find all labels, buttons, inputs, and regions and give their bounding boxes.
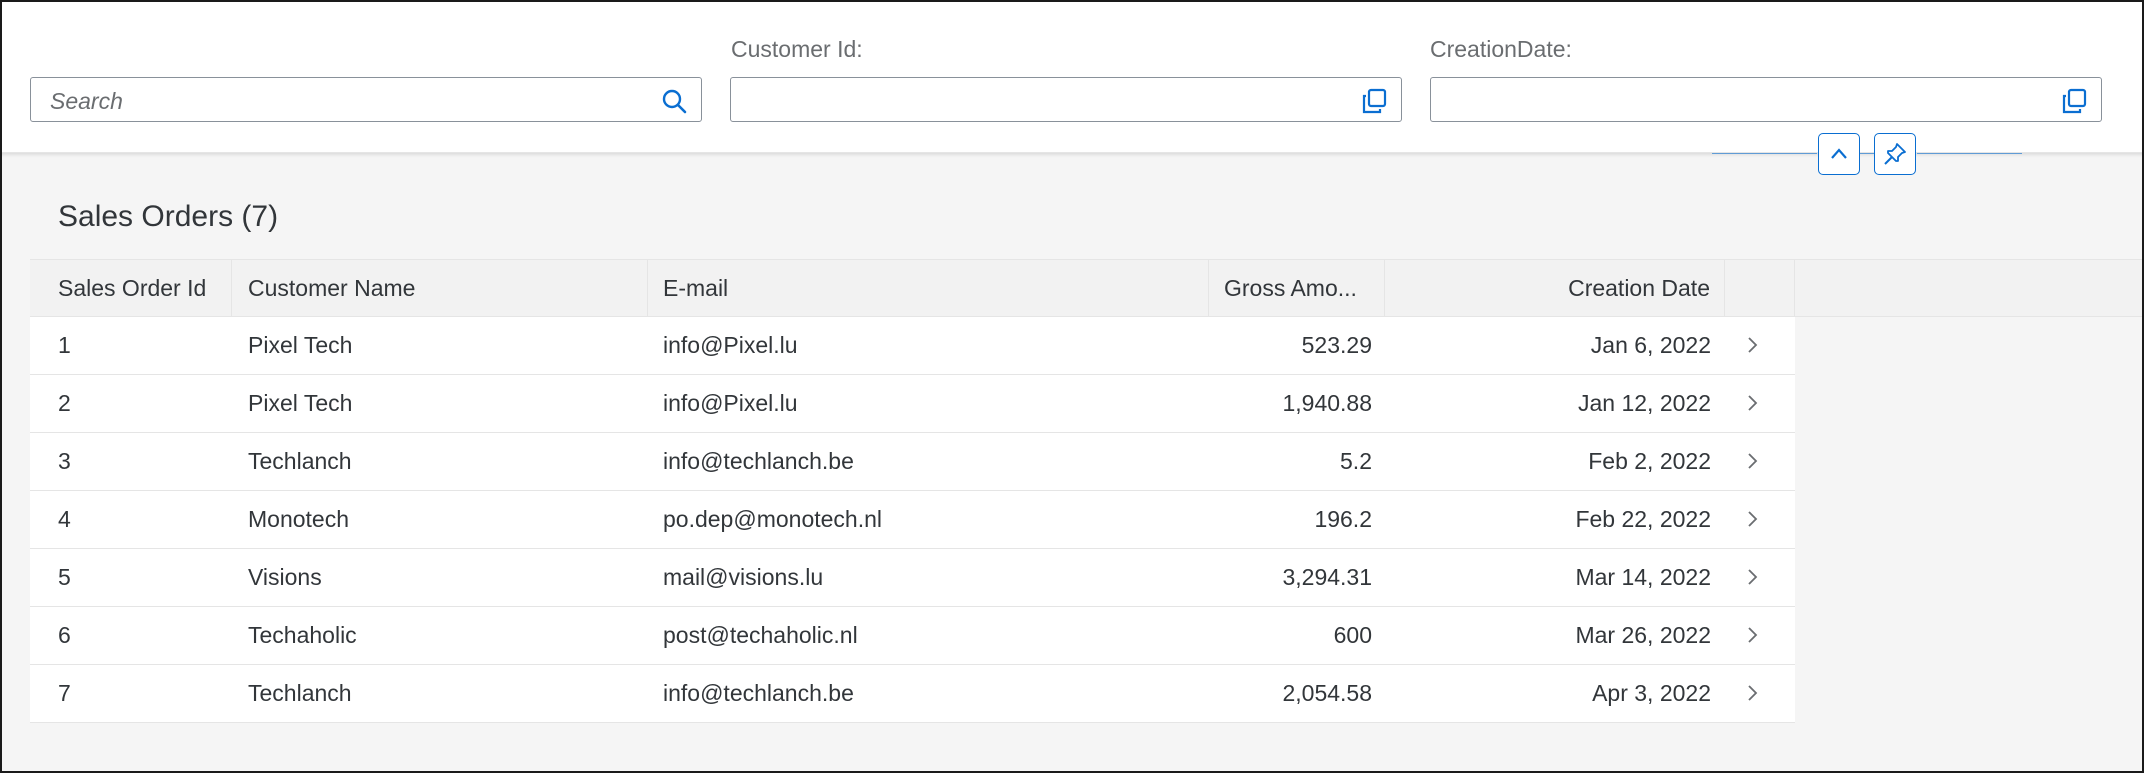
table-row[interactable]: 1 Pixel Tech info@Pixel.lu 523.29 Jan 6, 202… <box>30 317 1795 375</box>
chevron-right-icon[interactable] <box>1742 625 1762 645</box>
cell-gross-amount: 5.2 <box>1340 448 1372 474</box>
cell-gross-amount: 600 <box>1333 622 1372 648</box>
cell-gross-amount: 523.29 <box>1301 332 1372 358</box>
cell-email: info@techlanch.be <box>663 680 854 706</box>
pin-header-button[interactable] <box>1874 133 1916 175</box>
value-help-icon[interactable] <box>1361 88 1387 114</box>
cell-customer-name: Techlanch <box>248 448 352 474</box>
cell-customer-name: Pixel Tech <box>248 332 353 358</box>
chevron-right-icon[interactable] <box>1742 509 1762 529</box>
cell-email: info@Pixel.lu <box>663 332 798 358</box>
cell-sales-order-id: 1 <box>58 332 71 358</box>
cell-creation-date: Jan 12, 2022 <box>1577 390 1711 416</box>
customer-id-label: Customer Id: <box>731 36 863 62</box>
cell-gross-amount: 2,054.58 <box>1282 680 1372 706</box>
cell-sales-order-id: 7 <box>58 680 71 706</box>
table-row[interactable]: 5 Visions mail@visions.lu 3,294.31 Mar 14, 2… <box>30 549 1795 607</box>
header-divider-mid <box>1860 153 1874 154</box>
search-placeholder: Search <box>50 88 123 114</box>
creation-date-field[interactable] <box>1430 77 2102 122</box>
table-row[interactable]: 3 Techlanch info@techlanch.be 5.2 Feb 2, 202… <box>30 433 1795 491</box>
table-row[interactable]: 2 Pixel Tech info@Pixel.lu 1,940.88 Jan 12, … <box>30 375 1795 433</box>
cell-sales-order-id: 2 <box>58 390 71 416</box>
cell-gross-amount: 196.2 <box>1314 506 1372 532</box>
cell-creation-date: Feb 22, 2022 <box>1575 506 1711 532</box>
cell-customer-name: Visions <box>248 564 322 590</box>
collapse-header-button[interactable] <box>1818 133 1860 175</box>
cell-creation-date: Feb 2, 2022 <box>1588 448 1711 474</box>
value-help-icon[interactable] <box>2061 88 2087 114</box>
table-title: Sales Orders (7) <box>58 200 279 233</box>
header-divider-left <box>1712 153 1817 154</box>
column-header-email[interactable]: E-mail <box>648 260 1209 317</box>
column-header-creation-date[interactable]: Creation Date <box>1385 260 1725 317</box>
cell-gross-amount: 1,940.88 <box>1282 390 1372 416</box>
cell-creation-date: Jan 6, 2022 <box>1590 332 1711 358</box>
column-header-nav <box>1725 260 1795 317</box>
chevron-right-icon[interactable] <box>1742 393 1762 413</box>
header-divider-right <box>1917 153 2022 154</box>
column-header-customer-name[interactable]: Customer Name <box>232 260 648 317</box>
cell-customer-name: Techaholic <box>248 622 357 648</box>
cell-sales-order-id: 4 <box>58 506 71 532</box>
cell-sales-order-id: 6 <box>58 622 71 648</box>
chevron-up-icon <box>1831 148 1847 159</box>
customer-id-field[interactable] <box>730 77 1402 122</box>
creation-date-label: CreationDate: <box>1430 36 1572 62</box>
pin-icon <box>1884 143 1906 165</box>
cell-email: info@techlanch.be <box>663 448 854 474</box>
search-icon[interactable] <box>661 88 687 114</box>
column-header-gross-amount[interactable]: Gross Amo... <box>1209 260 1385 317</box>
cell-email: mail@visions.lu <box>663 564 824 590</box>
column-header-sales-order-id[interactable]: Sales Order Id <box>30 260 232 317</box>
table-header: Sales Order Id Customer Name E-mail Gros… <box>30 259 2144 317</box>
search-input[interactable]: Search <box>30 77 702 122</box>
cell-creation-date: Mar 26, 2022 <box>1575 622 1711 648</box>
cell-email: post@techaholic.nl <box>663 622 858 648</box>
cell-customer-name: Techlanch <box>248 680 352 706</box>
chevron-right-icon[interactable] <box>1742 683 1762 703</box>
cell-sales-order-id: 5 <box>58 564 71 590</box>
cell-creation-date: Apr 3, 2022 <box>1592 680 1711 706</box>
chevron-right-icon[interactable] <box>1742 451 1762 471</box>
cell-gross-amount: 3,294.31 <box>1282 564 1372 590</box>
filter-bar: Search Customer Id: CreationDate: <box>0 0 2144 153</box>
table-row[interactable]: 4 Monotech po.dep@monotech.nl 196.2 Feb 22, … <box>30 491 1795 549</box>
chevron-right-icon[interactable] <box>1742 567 1762 587</box>
cell-creation-date: Mar 14, 2022 <box>1575 564 1711 590</box>
cell-customer-name: Monotech <box>248 506 350 532</box>
cell-email: po.dep@monotech.nl <box>663 506 882 532</box>
chevron-right-icon[interactable] <box>1742 335 1762 355</box>
table-row[interactable]: 7 Techlanch info@techlanch.be 2,054.58 Apr 3… <box>30 665 1795 723</box>
cell-email: info@Pixel.lu <box>663 390 798 416</box>
cell-customer-name: Pixel Tech <box>248 390 353 416</box>
table-row[interactable]: 6 Techaholic post@techaholic.nl 600 Mar 26, … <box>30 607 1795 665</box>
cell-sales-order-id: 3 <box>58 448 71 474</box>
